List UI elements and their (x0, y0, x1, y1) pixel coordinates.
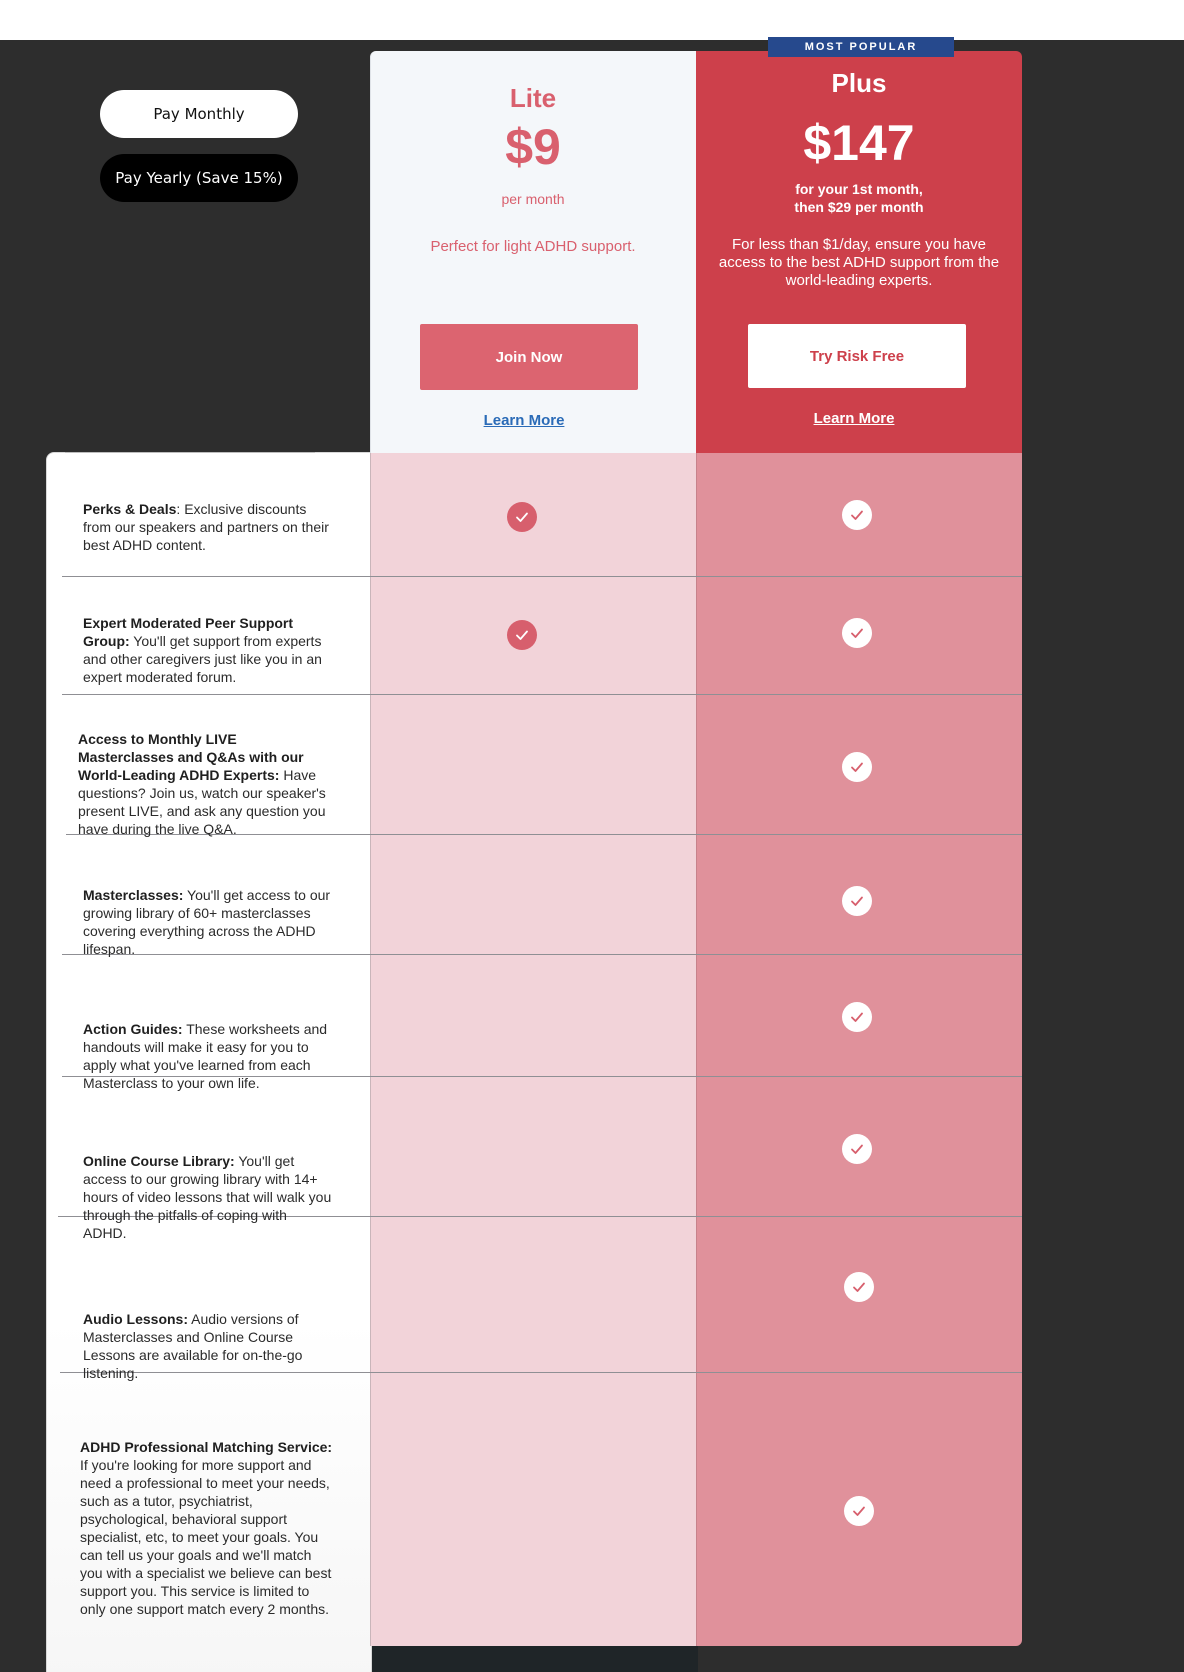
plus-price-note: for your 1st month, then $29 per month (696, 180, 1022, 216)
features-panel-top-rule (65, 452, 315, 453)
try-risk-free-button[interactable]: Try Risk Free (748, 324, 966, 388)
feature-title: Perks & Deals (83, 501, 177, 517)
join-now-button[interactable]: Join Now (420, 324, 638, 390)
feature-title: Access to Monthly LIVE Masterclasses and… (78, 731, 304, 783)
plus-price-note-line1: for your 1st month, (795, 181, 923, 197)
plus-check-icon (842, 618, 872, 648)
feature-peer-support: Expert Moderated Peer Support Group: You… (83, 614, 333, 686)
row-divider (62, 576, 1022, 577)
feature-title: Audio Lessons: (83, 1311, 189, 1327)
lite-check-icon (507, 502, 537, 532)
feature-professional-matching: ADHD Professional Matching Service: If y… (80, 1438, 336, 1618)
plus-learn-more-link[interactable]: Learn More (754, 410, 954, 427)
plus-plan-name: Plus (831, 68, 887, 98)
feature-title: Masterclasses: (83, 887, 184, 903)
plus-check-icon (844, 1272, 874, 1302)
row-divider (62, 694, 1022, 695)
feature-audio-lessons: Audio Lessons: Audio versions of Masterc… (83, 1310, 333, 1382)
plus-check-icon (842, 886, 872, 916)
plus-plan-price: $147 (803, 115, 915, 171)
top-bar (0, 0, 1184, 40)
most-popular-badge: MOST POPULAR (768, 37, 954, 57)
lite-check-icon (507, 620, 537, 650)
feature-title: Action Guides: (83, 1021, 183, 1037)
feature-masterclasses: Masterclasses: You'll get access to our … (83, 886, 333, 958)
feature-action-guides: Action Guides: These worksheets and hand… (83, 1020, 333, 1092)
feature-title: Online Course Library: (83, 1153, 235, 1169)
lite-plan-price: $9 (505, 119, 561, 175)
plus-check-icon (842, 1002, 872, 1032)
lite-learn-more-link[interactable]: Learn More (424, 412, 624, 429)
plus-check-icon (844, 1496, 874, 1526)
lite-plan-description: Perfect for light ADHD support. (430, 238, 636, 255)
feature-online-course-library: Online Course Library: You'll get access… (83, 1152, 333, 1242)
plus-check-icon (842, 1134, 872, 1164)
plus-price-note-line2: then $29 per month (794, 199, 924, 215)
pay-yearly-toggle[interactable]: Pay Yearly (Save 15%) (100, 154, 298, 202)
pay-monthly-toggle[interactable]: Pay Monthly (100, 90, 298, 138)
lite-price-note: per month (501, 191, 565, 207)
feature-perks-deals: Perks & Deals: Exclusive discounts from … (83, 501, 329, 553)
feature-live-masterclasses: Access to Monthly LIVE Masterclasses and… (78, 730, 336, 838)
plus-plan-description: For less than $1/day, ensure you have ac… (718, 236, 1000, 289)
background-strip (372, 1646, 698, 1672)
plus-check-icon (842, 752, 872, 782)
feature-title: ADHD Professional Matching Service: (80, 1439, 333, 1455)
lite-plan-name: Lite (509, 83, 557, 113)
plus-check-icon (842, 500, 872, 530)
feature-text: If you're looking for more support and n… (80, 1457, 332, 1617)
